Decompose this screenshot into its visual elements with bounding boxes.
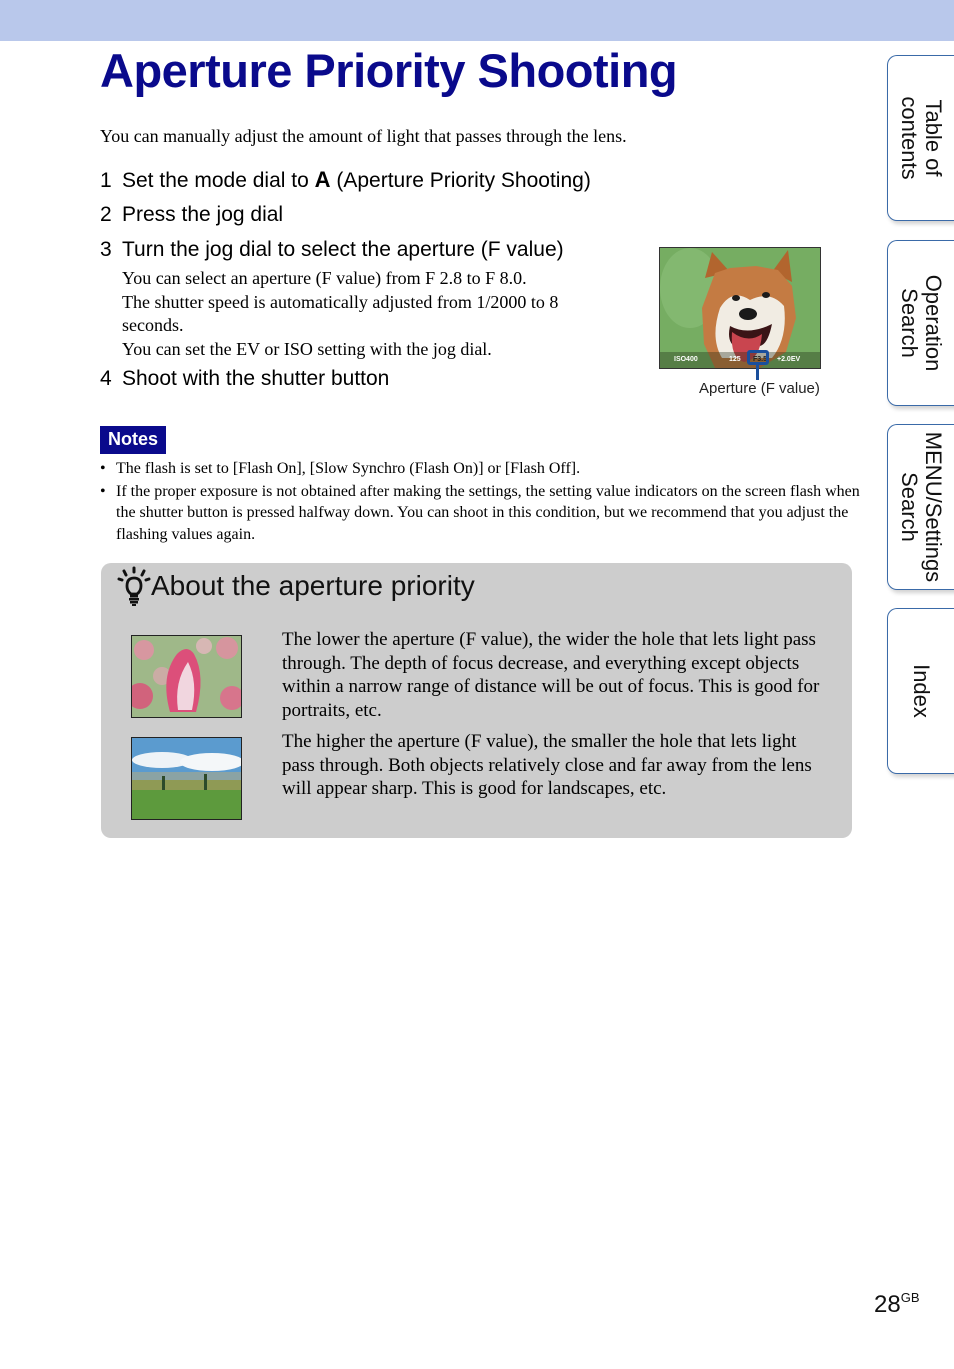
page-number: 28GB [874,1290,920,1319]
tab-label: Operation Search [897,274,946,372]
detail-line: The shutter speed is automatically adjus… [122,291,559,336]
step-number: 4 [100,367,112,390]
note-text: The flash is set to [Flash On], [Slow Sy… [116,460,581,477]
note-item: • If the proper exposure is not obtained … [100,481,860,546]
aperture-callout-line [756,364,759,380]
step-text: Shoot with the shutter button [122,367,390,390]
tab-label: Table of contents [897,96,946,180]
shutter-indicator: 125 [729,356,741,363]
detail-line: You can set the EV or ISO setting with t… [122,338,492,359]
tab-menu-settings-search[interactable]: MENU/Settings Search [887,424,954,590]
tab-table-of-contents[interactable]: Table of contents [887,55,954,221]
step-text: Set the mode dial to [122,169,309,192]
hint-title: About the aperture priority [151,570,475,601]
tulip-photo [131,635,242,718]
intro-text: You can manually adjust the amount of li… [100,126,627,146]
header-band [0,0,954,41]
step-number: 2 [100,203,112,226]
page-title: Aperture Priority Shooting [100,44,678,97]
dog-photo [660,248,820,368]
page-number-suffix: GB [900,1290,920,1305]
detail-line: You can select an aperture (F value) fro… [122,268,527,288]
step-text: Turn the jog dial to select the aperture… [122,238,564,261]
lcd-screen-image: ISO400 125 F3.5 +2.0EV [659,247,821,369]
tab-index[interactable]: Index [887,608,954,774]
aperture-mode-icon: A [314,167,331,192]
tab-label: MENU/Settings Search [897,431,946,583]
aperture-callout-box [747,350,769,365]
step-text-suffix: (Aperture Priority Shooting) [336,169,591,192]
step-1: 1 Set the mode dial to A (Aperture Priori… [100,167,591,194]
step-3-details: You can select an aperture (F value) fro… [122,267,622,361]
notes-badge: Notes [100,426,166,454]
landscape-photo [131,737,242,820]
step-3: 3 Turn the jog dial to select the apertur… [100,237,564,263]
hint-paragraph-low-aperture: The lower the aperture (F value), the wi… [282,629,820,721]
hint-paragraph-high-aperture: The higher the aperture (F value), the s… [282,731,812,799]
notes-list: • The flash is set to [Flash On], [Slow S… [100,458,860,546]
step-4: 4 Shoot with the shutter button [100,366,389,392]
tab-operation-search[interactable]: Operation Search [887,240,954,406]
iso-indicator: ISO400 [674,356,698,363]
note-item: • The flash is set to [Flash On], [Slow S… [100,458,860,480]
tab-label: Index [909,664,934,718]
bullet: • [100,460,106,477]
page-number-value: 28 [874,1291,901,1318]
note-text: If the proper exposure is not obtained a… [116,482,860,543]
lcd-status-bar: ISO400 125 F3.5 +2.0EV [660,352,820,368]
aperture-callout-label: Aperture (F value) [699,380,820,397]
bullet: • [100,482,106,500]
lightbulb-hint-icon [117,566,151,606]
step-number: 3 [100,238,112,261]
step-number: 1 [100,169,112,192]
step-2: 2 Press the jog dial [100,202,283,228]
step-text: Press the jog dial [122,203,284,226]
ev-indicator: +2.0EV [777,356,801,363]
